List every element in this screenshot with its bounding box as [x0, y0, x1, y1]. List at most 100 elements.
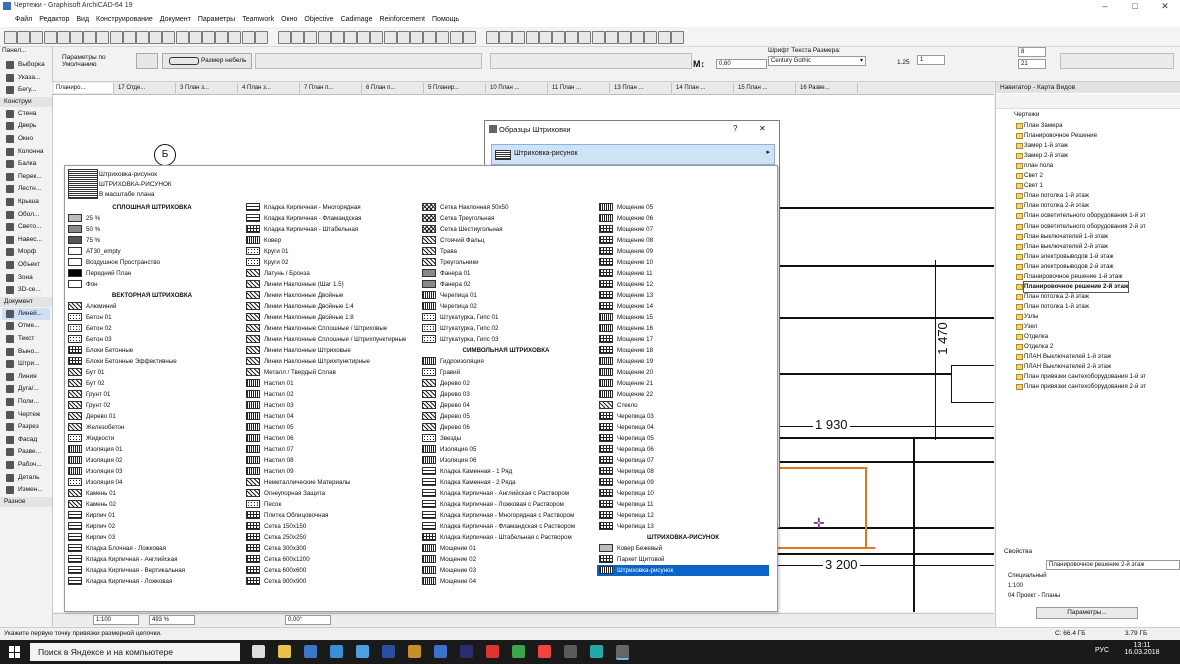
toolbar-icon[interactable] [512, 31, 526, 44]
tool-item[interactable]: Крыша [2, 196, 50, 208]
navigator-view-item[interactable]: План осветительного оборудования 2-й эт [1016, 222, 1146, 232]
navigator-view-item[interactable]: Свет 2 [1016, 171, 1043, 181]
hatch-list-item[interactable]: Кладка Кирпичная - Английская с Растворо… [420, 488, 592, 499]
value-d-field[interactable]: 8 [1018, 47, 1046, 57]
toolbar-icon[interactable] [122, 31, 136, 44]
navigator-view-item[interactable]: План потолка 1-й этаж [1016, 191, 1089, 201]
navigator-view-item[interactable]: Планировочное решение 2-й этаж [1016, 280, 1130, 293]
hatch-list-item[interactable]: Мощение 22 [597, 389, 769, 400]
toolbar-icon[interactable] [657, 31, 671, 44]
toolbar-icon[interactable] [644, 31, 658, 44]
tool-item[interactable]: Свето... [2, 221, 50, 233]
taskbar-search[interactable]: Поиск в Яндексе и на компьютере [30, 643, 240, 661]
toolbar-icon[interactable] [462, 31, 476, 44]
tool-item[interactable]: Балка [2, 158, 50, 170]
menu-item[interactable]: Cadimage [341, 16, 373, 23]
minimize-button[interactable]: – [1090, 0, 1120, 13]
app-icon-3[interactable] [408, 645, 421, 658]
hatch-list-item[interactable]: Настил 02 [244, 389, 416, 400]
windows-start-icon[interactable] [9, 646, 21, 658]
hatch-list-item[interactable]: Мощение 21 [597, 378, 769, 389]
language-indicator[interactable]: РУС [1095, 647, 1109, 654]
hatch-dropdown[interactable]: Штриховка-рисунок ▸ [491, 144, 775, 165]
hatch-list-item[interactable]: Черепица 11 [597, 499, 769, 510]
navigator-view-item[interactable]: План потолка 2-й этаж [1016, 201, 1089, 211]
clock[interactable]: 13:11 16.03.2018 [1122, 642, 1162, 656]
hatch-list-item[interactable]: Кладка Кирпичная - Фламандская с Раствор… [420, 521, 592, 532]
toolbox-section[interactable]: Разное [0, 496, 52, 507]
toolbar-icon[interactable] [604, 31, 618, 44]
parameters-button[interactable]: Параметры... [1036, 607, 1138, 619]
toolbox-section[interactable]: Документ [0, 296, 52, 307]
marker-tools-group[interactable] [1060, 53, 1174, 69]
hatch-list-item[interactable]: Кладка Кирпичная - Многорядная с Раствор… [420, 510, 592, 521]
hatch-list-item[interactable]: Черепица 01 [420, 290, 592, 301]
hatch-list-item[interactable]: Жидкости [66, 433, 238, 444]
toolbar-icon[interactable] [202, 31, 215, 44]
hatch-list-item[interactable]: Круги 01 [244, 246, 416, 257]
hatch-list-item[interactable]: Кладка Кирпичная - Вертикальная [66, 565, 238, 576]
hatch-list-item[interactable]: Мощение 05 [597, 202, 769, 213]
menu-item[interactable]: Teamwork [242, 16, 274, 23]
hatch-list-item[interactable]: Звезды [420, 433, 592, 444]
hatch-list-item[interactable]: Линии Наклонные Двойные [244, 290, 416, 301]
hatch-list-item[interactable]: Настил 07 [244, 444, 416, 455]
yandex-browser-icon[interactable] [538, 645, 551, 658]
hatch-list-item[interactable]: Сетка Наклонная 50x50 [420, 202, 592, 213]
hatch-list-item[interactable]: Кладка Кирпичная - Фламандская [244, 213, 416, 224]
navigator-view-item[interactable]: План электровыводов 2-й этаж [1016, 262, 1114, 272]
tool-item[interactable]: Штри... [2, 358, 50, 370]
hatch-list-item[interactable]: 25 % [66, 213, 238, 224]
edge-icon[interactable] [330, 645, 343, 658]
hatch-list-item[interactable]: Дерево 04 [420, 400, 592, 411]
tool-item[interactable]: Перек... [2, 171, 50, 183]
hatch-list-item[interactable]: Штукатурка, Гипс 01 [420, 312, 592, 323]
hatch-list-item[interactable]: Сетка 900x900 [244, 576, 416, 587]
hatch-list-item[interactable]: Линии Наклонные Штрихпунктирные [244, 356, 416, 367]
hatch-list-item[interactable]: Дерево 03 [420, 389, 592, 400]
hatch-list-item[interactable]: Фон [66, 279, 238, 290]
hatch-list-item[interactable]: Круги 02 [244, 257, 416, 268]
toolbar-icon[interactable] [304, 31, 318, 44]
hatch-list-item[interactable]: Мощение 17 [597, 334, 769, 345]
hatch-list-item[interactable]: Неметаллические Материалы [244, 477, 416, 488]
hatch-list-item[interactable]: Блоки Бетонные Эффективные [66, 356, 238, 367]
tool-item[interactable]: Деталь [2, 472, 50, 484]
hatch-list-item[interactable]: Камень 01 [66, 488, 238, 499]
hatch-list-item[interactable]: Черепица 03 [597, 411, 769, 422]
hatch-list-item[interactable]: Мощение 13 [597, 290, 769, 301]
razmer-button[interactable]: Размер небель [162, 53, 252, 69]
toolbar-icon[interactable] [56, 31, 70, 44]
toolbar-icon[interactable] [486, 31, 499, 44]
view-tab[interactable]: 5 Планир... [426, 83, 486, 93]
hatch-list-item[interactable]: Настил 01 [244, 378, 416, 389]
menu-item[interactable]: Параметры [198, 16, 235, 23]
file-explorer-icon[interactable] [278, 645, 291, 658]
hatch-list-item[interactable]: Изоляция 05 [420, 444, 592, 455]
navigator-view-item[interactable]: План привязки сантехоборудования 1-й эт [1016, 372, 1146, 382]
hatch-list-item[interactable]: Мощение 16 [597, 323, 769, 334]
hatch-list-item[interactable]: Мощение 11 [597, 268, 769, 279]
view-tab[interactable]: 10 План ... [488, 83, 548, 93]
toolbar-icon[interactable] [109, 31, 123, 44]
hatch-list-item[interactable]: Черепица 06 [597, 444, 769, 455]
tool-item[interactable]: Морф [2, 246, 50, 258]
navigator-view-item[interactable]: План выключателей 1-й этаж [1016, 232, 1108, 242]
hatch-list-item[interactable]: Кладка Кирпичная - Штабельная [244, 224, 416, 235]
hatch-list-item[interactable]: Воздушное Пространство [66, 257, 238, 268]
toolbar-icon[interactable] [525, 31, 539, 44]
hatch-list-item[interactable]: Дерево 06 [420, 422, 592, 433]
hatch-list-item[interactable]: Сетка 150x150 [244, 521, 416, 532]
toolbar-icon[interactable] [136, 31, 149, 44]
toolbar-icon[interactable] [254, 31, 268, 44]
toolbar-icon[interactable] [552, 31, 565, 44]
hatch-list-item[interactable]: Черепица 05 [597, 433, 769, 444]
hatch-list-item[interactable]: Кладка Каменная - 2 Ряда [420, 477, 592, 488]
hatch-list-item[interactable]: Черепица 08 [597, 466, 769, 477]
hatch-list-item[interactable]: Мощение 15 [597, 312, 769, 323]
tool-item[interactable]: Линия [2, 371, 50, 383]
hatch-list-item[interactable]: Железобетон [66, 422, 238, 433]
hatch-list-item[interactable]: Бут 02 [66, 378, 238, 389]
toolbar-icon[interactable] [618, 31, 631, 44]
toolbar-icon[interactable] [670, 31, 684, 44]
